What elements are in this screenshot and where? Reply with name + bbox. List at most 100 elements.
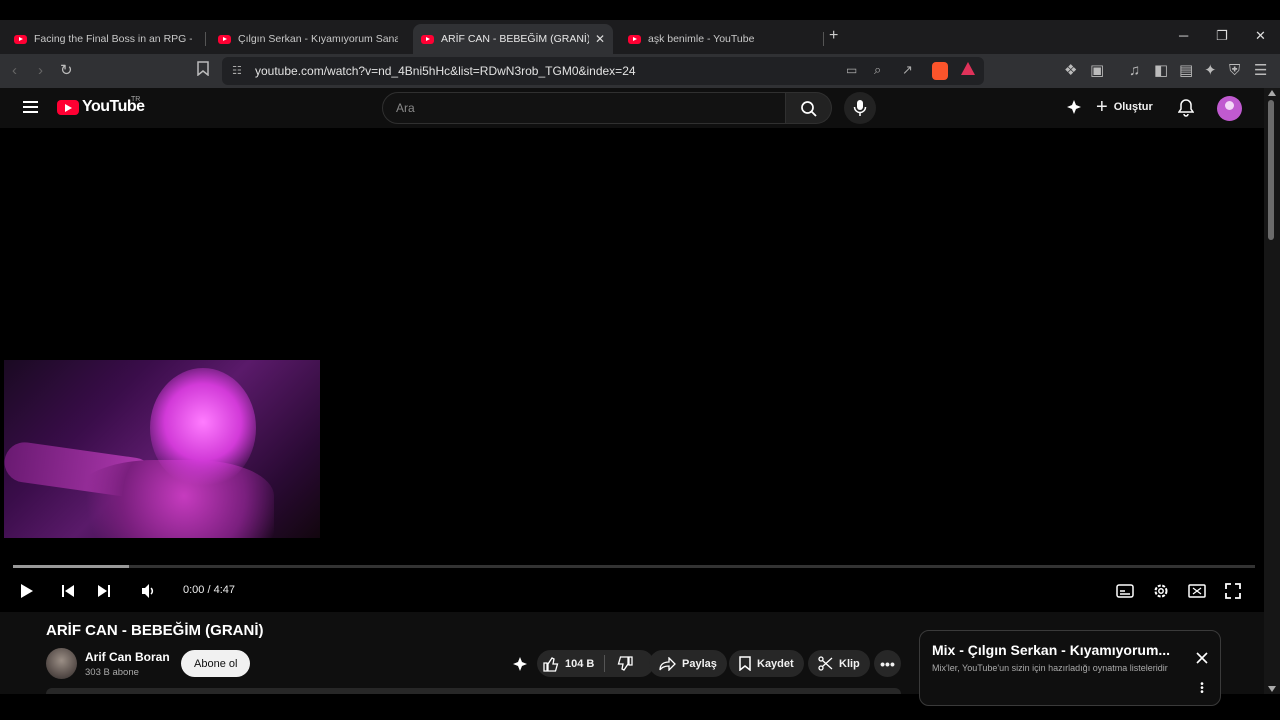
forward-icon[interactable]: › (38, 61, 43, 81)
ask-ai-sparkle-icon[interactable] (511, 656, 529, 674)
more-actions-button[interactable]: ••• (874, 650, 901, 677)
progress-bar[interactable] (13, 565, 1255, 568)
tab-ask-benimle[interactable]: aşk benimle - YouTube (620, 24, 820, 54)
fullscreen-icon (1225, 583, 1241, 599)
tab-arif-can-bebegim[interactable]: ARİF CAN - BEBEĞİM (GRANİ) - YouTube ✕ (413, 24, 613, 54)
video-info: ARİF CAN - BEBEĞİM (GRANİ) Arif Can Bora… (0, 612, 1264, 706)
channel-avatar[interactable] (46, 648, 77, 679)
zoom-icon[interactable]: ⌕ (874, 62, 881, 78)
window-close-icon[interactable]: ✕ (1255, 28, 1266, 44)
brave-shields-icon[interactable] (932, 62, 948, 80)
brave-rewards-icon[interactable] (961, 62, 975, 75)
mix-playlist-panel[interactable]: Mix - Çılgın Serkan - Kıyamıyorum... Mix… (919, 630, 1221, 706)
description-box-top[interactable] (46, 688, 901, 694)
sidebar-icon[interactable]: ◧ (1154, 61, 1168, 81)
guide-menu-icon[interactable] (23, 101, 38, 113)
search-input[interactable] (383, 93, 785, 123)
tab-facing-final-boss[interactable]: Facing the Final Boss in an RPG - YouTub… (6, 24, 200, 54)
media-icon[interactable]: ♫ (1129, 61, 1140, 81)
miniplayer-icon (1188, 584, 1206, 598)
tab-cilgin-serkan[interactable]: Çılgın Serkan - Kıyamıyorum Sana | D (210, 24, 406, 54)
share-page-icon[interactable]: ↗ (902, 62, 913, 78)
microphone-icon (853, 100, 867, 116)
mix-subtitle: Mix'ler, YouTube'un sizin için hazırladı… (932, 663, 1168, 673)
scroll-down-icon[interactable] (1268, 686, 1276, 692)
save-button[interactable]: Kaydet (729, 650, 804, 677)
fullscreen-button[interactable] (1225, 580, 1241, 602)
save-label: Kaydet (757, 657, 794, 670)
previous-button[interactable] (61, 580, 75, 602)
voice-search-button[interactable] (844, 92, 876, 124)
play-button[interactable] (20, 580, 34, 602)
youtube-favicon-icon (14, 34, 27, 44)
minimize-icon[interactable]: ─ (1179, 28, 1188, 43)
cast-icon[interactable]: ▭ (846, 63, 857, 77)
like-icon[interactable] (543, 656, 559, 672)
back-icon[interactable]: ‹ (12, 61, 17, 81)
mix-title[interactable]: Mix - Çılgın Serkan - Kıyamıyorum... (932, 642, 1172, 658)
youtube-logo-icon[interactable] (57, 100, 79, 115)
next-icon (98, 585, 110, 597)
buffered-progress (13, 565, 129, 568)
scroll-up-icon[interactable] (1268, 90, 1276, 96)
search-box[interactable] (382, 92, 786, 124)
tab-title: Çılgın Serkan - Kıyamıyorum Sana | D (238, 33, 398, 45)
subtitles-button[interactable] (1116, 580, 1134, 602)
clip-label: Klip (839, 657, 860, 670)
subscriber-count: 303 B abone (85, 667, 139, 678)
wallet-icon[interactable]: ▤ (1179, 61, 1193, 81)
reload-icon[interactable]: ↻ (60, 61, 73, 81)
tab-title: aşk benimle - YouTube (648, 33, 755, 45)
address-bar[interactable]: ☷ youtube.com/watch?v=nd_4Bni5hHc&list=R… (222, 57, 984, 85)
tab-bar: Facing the Final Boss in an RPG - YouTub… (0, 20, 1280, 54)
scrollbar-thumb[interactable] (1268, 100, 1274, 240)
maximize-icon[interactable]: ❐ (1216, 28, 1228, 44)
site-settings-icon[interactable]: ☷ (232, 64, 242, 77)
bookmark-icon[interactable] (197, 61, 209, 81)
video-player[interactable]: 0:00 / 4:47 (3, 128, 1264, 612)
vpn-icon[interactable]: ⛨ (1229, 61, 1240, 81)
search-button[interactable] (786, 92, 832, 124)
new-tab-button[interactable]: + (829, 27, 838, 45)
share-button[interactable]: Paylaş (649, 650, 727, 677)
screen: Facing the Final Boss in an RPG - YouTub… (0, 0, 1280, 720)
tab-title: Facing the Final Boss in an RPG - YouTub… (34, 33, 192, 45)
mute-button[interactable] (141, 580, 157, 602)
search-icon (801, 101, 817, 117)
video-webcam-overlay (4, 360, 320, 538)
menu-icon[interactable]: ☰ (1254, 61, 1267, 81)
account-avatar[interactable] (1217, 96, 1242, 121)
next-button[interactable] (97, 580, 111, 602)
country-code: TR (131, 96, 141, 103)
gear-icon (1154, 584, 1168, 598)
url-text[interactable]: youtube.com/watch?v=nd_4Bni5hHc&list=RDw… (255, 64, 636, 78)
browser-toolbar: ‹ › ↻ ☷ youtube.com/watch?v=nd_4Bni5hHc&… (0, 54, 1280, 88)
subscribe-button[interactable]: Abone ol (181, 650, 251, 677)
like-count[interactable]: 104 B (565, 658, 594, 670)
dislike-icon[interactable] (617, 655, 634, 672)
tab-close-icon[interactable]: ✕ (595, 32, 605, 46)
tab-separator (823, 32, 824, 46)
like-dislike-group: 104 B (537, 650, 654, 677)
leo-ai-icon[interactable]: ✦ (1204, 61, 1217, 81)
channel-name[interactable]: Arif Can Boran (85, 650, 170, 664)
notifications-bell-icon[interactable] (1178, 99, 1194, 117)
page-scrollbar[interactable] (1264, 88, 1280, 694)
plus-icon: + (1096, 96, 1108, 118)
extensions-icon[interactable]: ❖ (1064, 61, 1077, 81)
close-icon[interactable] (1196, 652, 1208, 664)
youtube-favicon-icon (628, 34, 641, 44)
more-vertical-icon[interactable]: • • • (1200, 680, 1204, 698)
premium-sparkle-icon[interactable] (1065, 99, 1083, 117)
video-title: ARİF CAN - BEBEĞİM (GRANİ) (46, 622, 264, 639)
share-label: Paylaş (682, 657, 717, 670)
theater-mode-button[interactable] (1188, 580, 1206, 602)
volume-icon (142, 584, 154, 598)
settings-button[interactable] (1153, 580, 1169, 602)
screenshot-icon[interactable]: ▣ (1090, 61, 1104, 81)
share-icon (659, 656, 676, 671)
overlay-face (150, 368, 256, 488)
create-button[interactable]: + Oluştur (1096, 97, 1153, 117)
save-bookmark-icon (739, 656, 751, 671)
clip-button[interactable]: Klip (808, 650, 870, 677)
